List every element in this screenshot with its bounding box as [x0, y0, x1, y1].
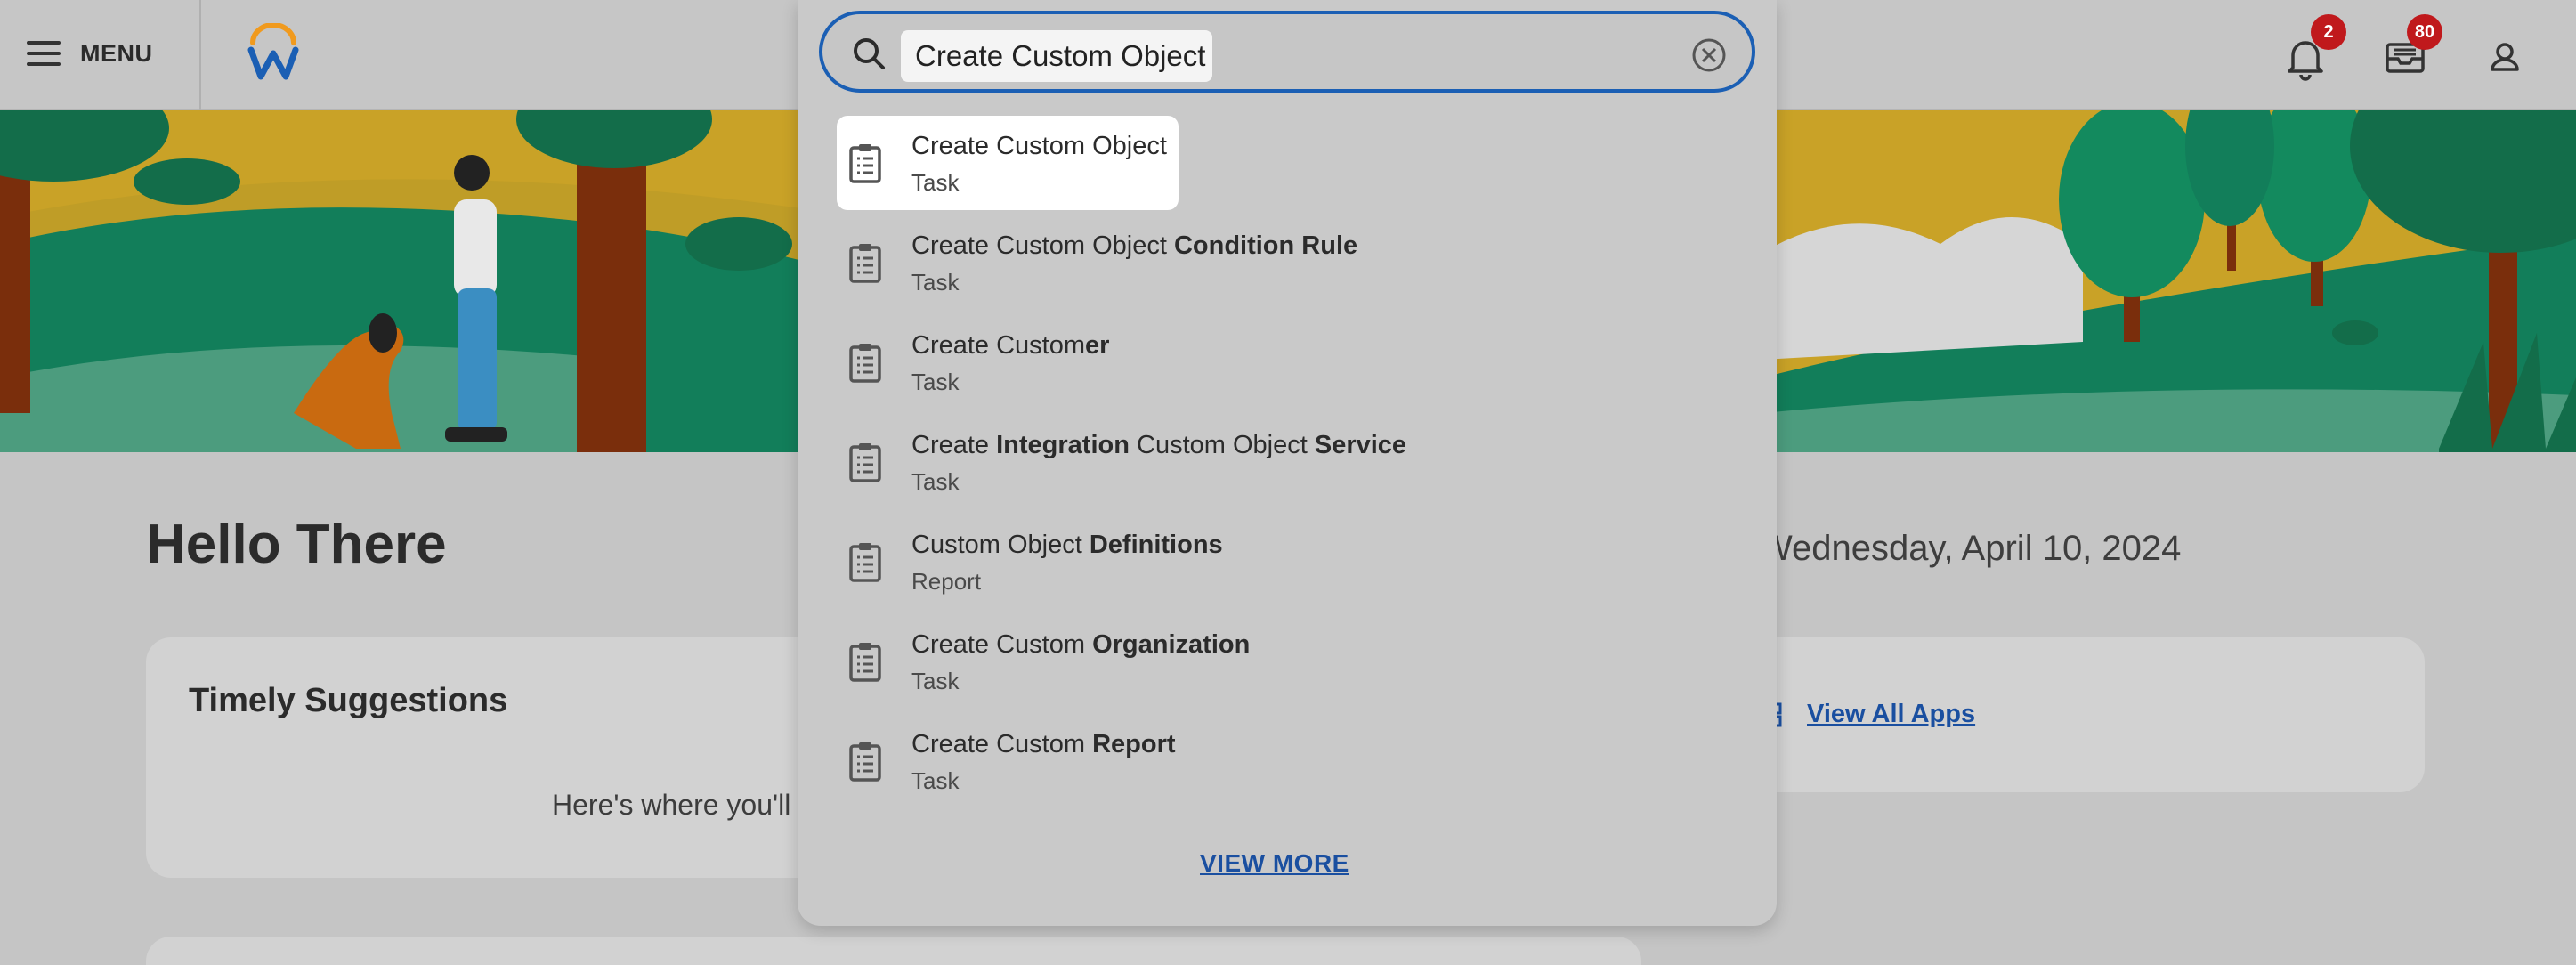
search-result-title: Create Integration Custom Object Service	[911, 431, 1406, 460]
view-more-link[interactable]: VIEW MORE	[1200, 849, 1349, 878]
search-result-type: Task	[911, 668, 960, 694]
card-title: Timely Suggestions	[189, 682, 508, 719]
search-result-title: Create Custom Object	[911, 132, 1167, 161]
profile-icon[interactable]	[2480, 32, 2530, 82]
search-result-type: Report	[911, 568, 982, 595]
search-bar[interactable]: Create Custom Object	[819, 11, 1755, 93]
hamburger-icon	[27, 41, 61, 66]
search-result-type: Task	[911, 369, 960, 395]
result-title-match: Report	[1092, 730, 1176, 758]
search-input[interactable]: Create Custom Object	[901, 30, 1212, 82]
result-title-match: Service	[1314, 431, 1407, 459]
search-result-item[interactable]: Create Custom Organization Task	[837, 614, 1727, 709]
clipboard-icon	[847, 541, 883, 584]
result-title-text: Create Custom	[911, 630, 1093, 659]
clear-search-icon[interactable]	[1691, 37, 1727, 73]
clipboard-icon	[847, 142, 883, 185]
search-result-item[interactable]: Custom Object Definitions Report	[837, 515, 1727, 609]
result-title-match: Definitions	[1089, 531, 1223, 559]
search-result-title: Create Custom Report	[911, 730, 1176, 759]
clipboard-icon	[847, 741, 883, 783]
result-title-text: Create	[911, 431, 997, 459]
card-description: Here's where you'll	[552, 789, 791, 821]
view-all-apps-label: View All Apps	[1807, 700, 1976, 728]
inbox-badge: 80	[2407, 14, 2442, 50]
menu-label: MENU	[80, 39, 153, 67]
current-date: Wednesday, April 10, 2024	[1759, 529, 2182, 568]
search-result-item[interactable]: Create Custom Report Task	[837, 714, 1727, 808]
result-title-text: Create Custom	[911, 730, 1093, 758]
search-result-item[interactable]: Create Custom Object Task	[837, 116, 1179, 210]
search-result-title: Create Custom Object Condition Rule	[911, 231, 1357, 261]
search-icon	[854, 38, 885, 69]
search-result-title: Create Custom Organization	[911, 630, 1250, 660]
search-result-type: Task	[911, 169, 960, 196]
result-title-text: Custom Object	[911, 531, 1090, 559]
greeting-heading: Hello There	[146, 514, 447, 575]
header-divider	[199, 0, 201, 110]
search-result-type: Task	[911, 468, 960, 495]
result-title-text: Create Custom Object	[911, 132, 1167, 160]
view-all-apps-link[interactable]: View All Apps	[1771, 700, 1975, 729]
search-result-title: Custom Object Definitions	[911, 531, 1223, 560]
search-result-item[interactable]: Create Customer Task	[837, 315, 1727, 410]
notifications-badge: 2	[2311, 14, 2346, 50]
result-title-text: Create Custom Object	[911, 231, 1174, 260]
result-title-match: er	[1085, 331, 1110, 360]
clipboard-icon	[847, 641, 883, 684]
bottom-card	[146, 937, 1641, 965]
menu-button[interactable]: MENU	[27, 30, 153, 77]
result-title-match: Condition Rule	[1173, 231, 1358, 260]
result-title-text: Custom Object	[1129, 431, 1315, 459]
search-result-title: Create Customer	[911, 331, 1109, 361]
result-title-match: Organization	[1092, 630, 1251, 659]
workday-logo[interactable]	[246, 23, 301, 80]
result-title-match: Integration	[996, 431, 1130, 459]
clipboard-icon	[847, 342, 883, 385]
clipboard-icon	[847, 442, 883, 484]
search-result-item[interactable]: Create Custom Object Condition Rule Task	[837, 215, 1727, 310]
result-title-text: Create Custom	[911, 331, 1086, 360]
search-result-type: Task	[911, 269, 960, 296]
search-result-type: Task	[911, 767, 960, 794]
search-result-item[interactable]: Create Integration Custom Object Service…	[837, 415, 1727, 509]
clipboard-icon	[847, 242, 883, 285]
